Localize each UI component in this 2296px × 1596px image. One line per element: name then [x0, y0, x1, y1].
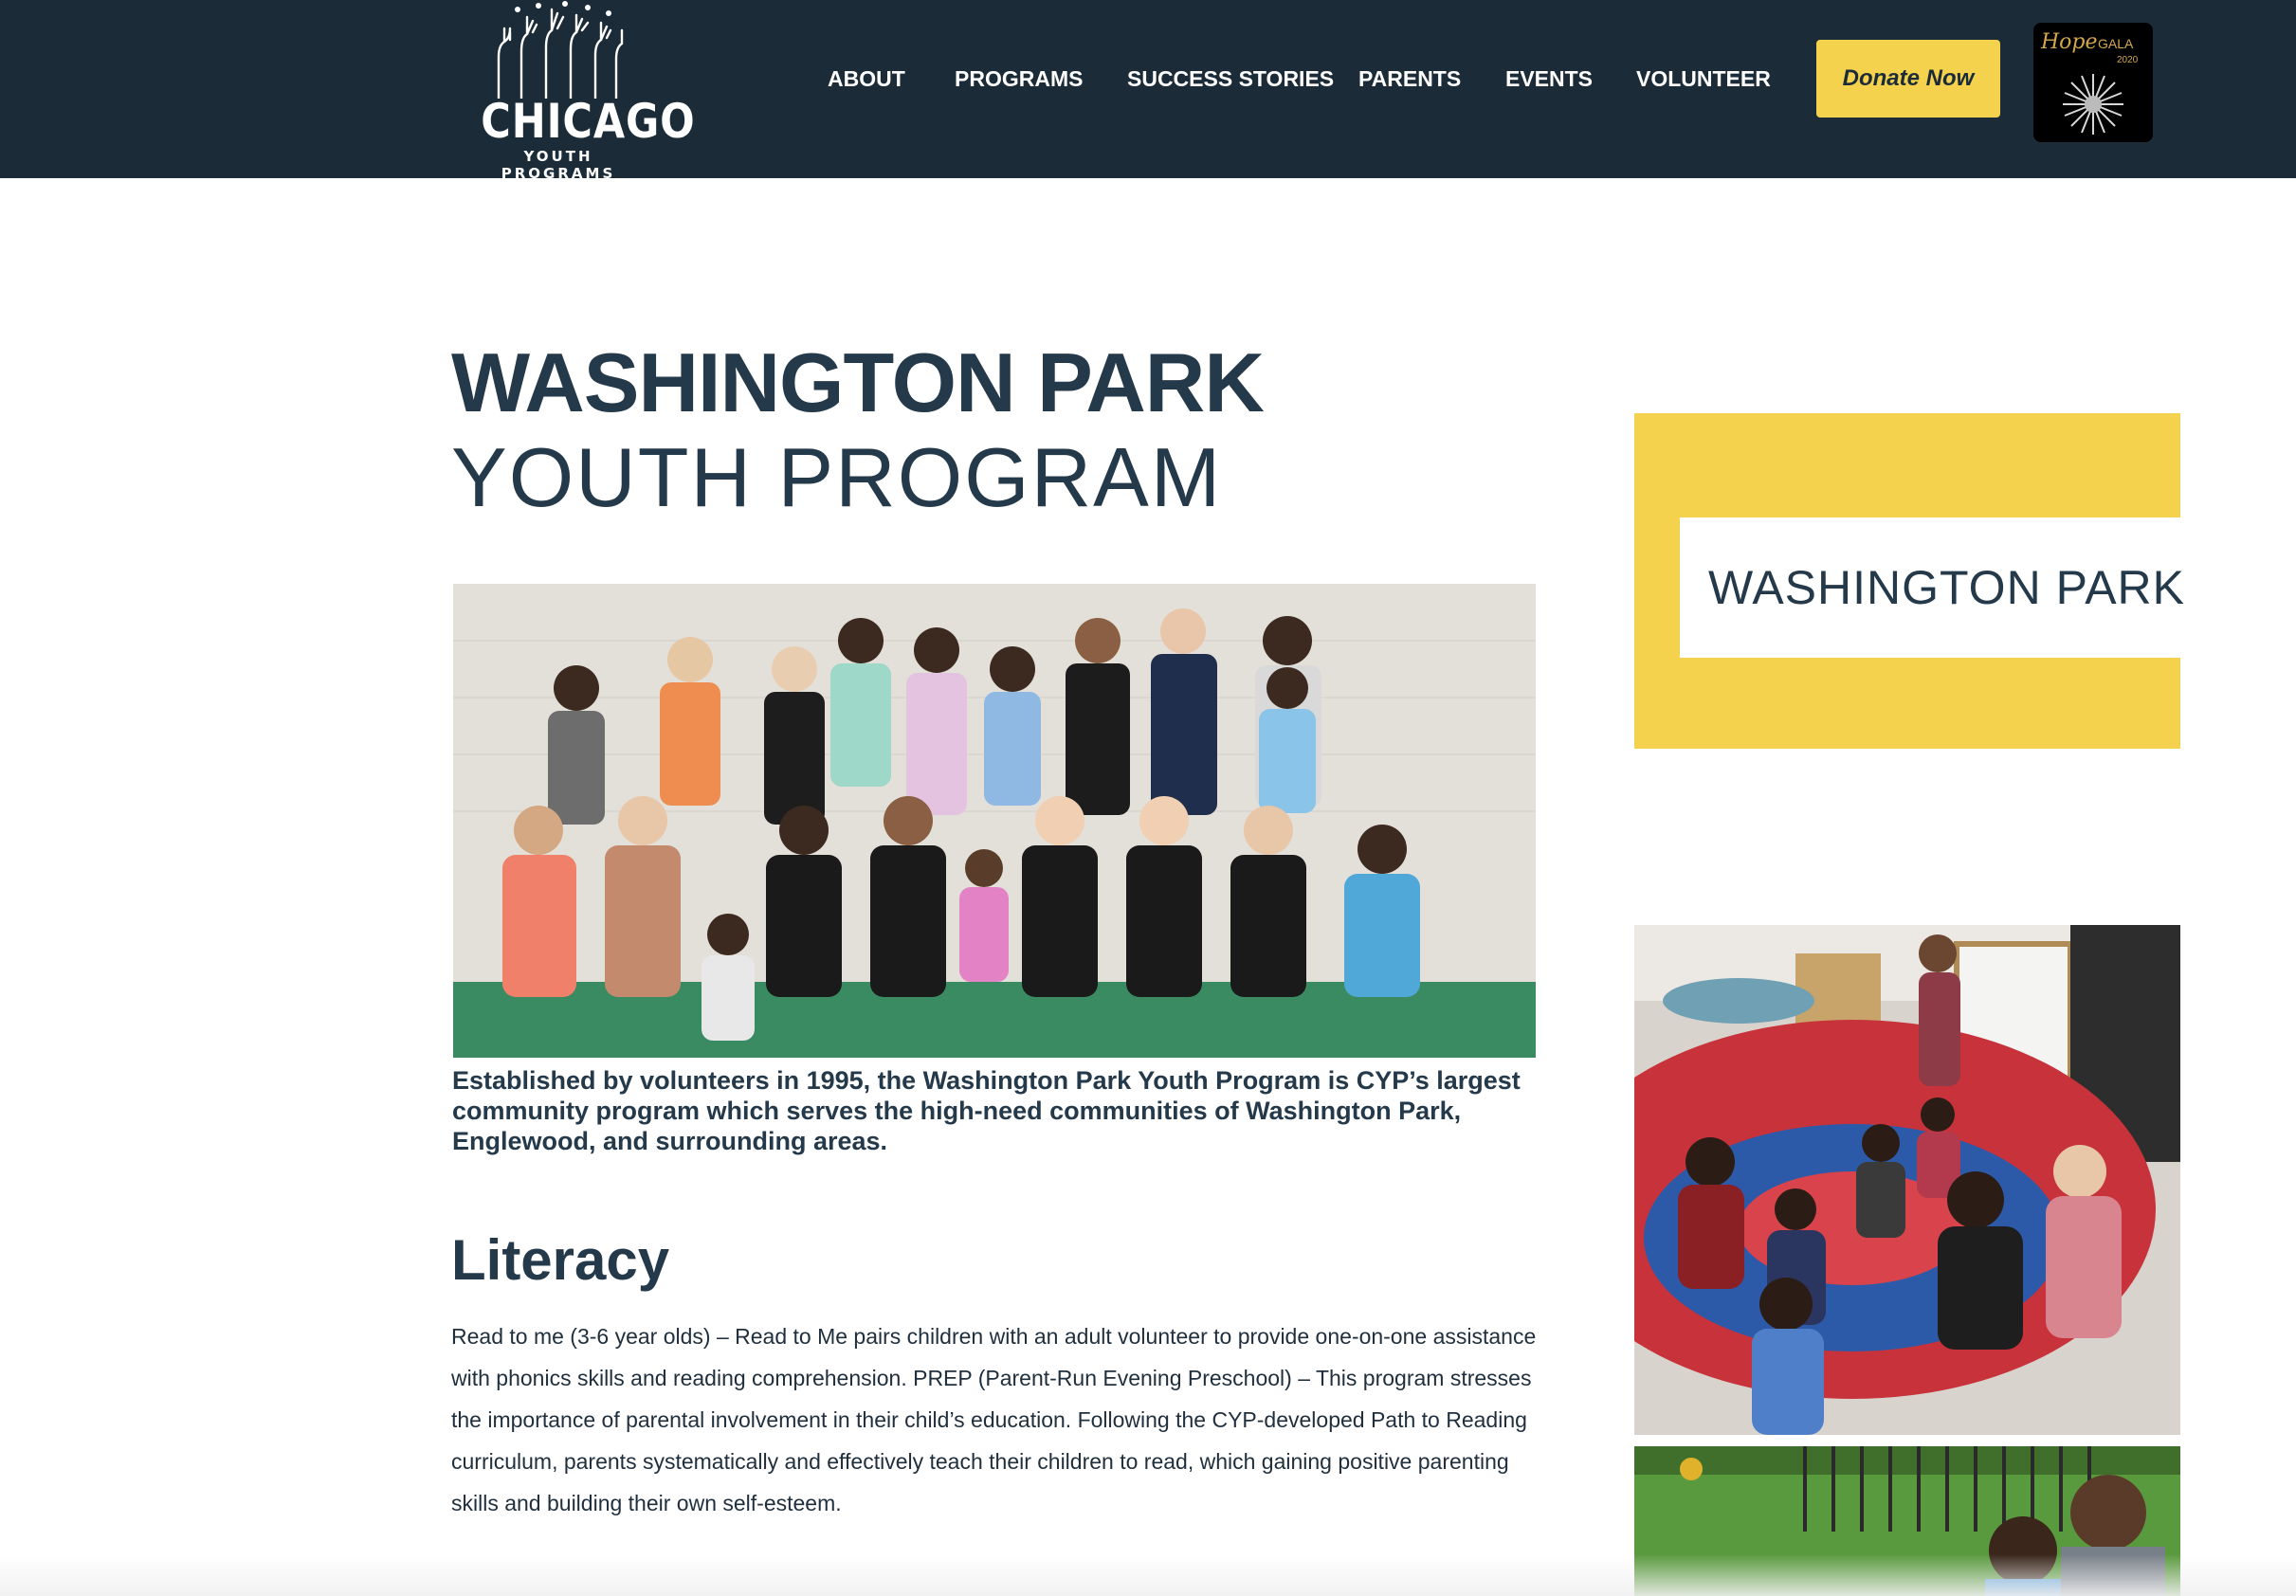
- nav-events[interactable]: EVENTS: [1505, 64, 1593, 93]
- program-intro: Established by volunteers in 1995, the W…: [452, 1066, 1521, 1155]
- sidebar-label: WASHINGTON PARK: [1708, 561, 2186, 614]
- literacy-body: Read to me (3-6 year olds) – Read to Me …: [451, 1324, 1537, 1515]
- nav-success-stories[interactable]: SUCCESS STORIES: [1127, 64, 1334, 93]
- logo-subtitle: YOUTH PROGRAMS: [501, 148, 616, 182]
- page-title-light: YOUTH PROGRAM: [451, 430, 1223, 524]
- logo-title: CHICAGO: [481, 94, 696, 149]
- chicago-youth-programs-logo[interactable]: CHICAGO YOUTH PROGRAMS: [468, 0, 696, 182]
- classroom-photo-illustration: [1634, 925, 2180, 1435]
- flower-icon: [2063, 74, 2123, 135]
- gala-gala-text: GALA: [2098, 36, 2134, 51]
- sidebar-label-box: WASHINGTON PARK: [1680, 517, 2184, 658]
- group-photo-illustration: [453, 584, 1536, 1058]
- page-title-bold: WASHINGTON PARK: [451, 336, 1265, 429]
- garden-photo-illustration: [1634, 1446, 2180, 1596]
- nav-programs[interactable]: PROGRAMS: [955, 64, 1083, 93]
- nav-about[interactable]: ABOUT: [828, 64, 905, 93]
- raised-hands-icon: [497, 1, 624, 99]
- garden-photo: [1634, 1446, 2180, 1596]
- group-photo: [453, 584, 1536, 1058]
- nav-volunteer[interactable]: VOLUNTEER: [1636, 64, 1771, 93]
- nav-parents[interactable]: PARENTS: [1358, 64, 1461, 93]
- classroom-photo: [1634, 925, 2180, 1435]
- gala-year-text: 2020: [2117, 55, 2139, 65]
- hope-gala-badge[interactable]: Hope GALA 2020: [2033, 23, 2153, 142]
- donate-now-button[interactable]: Donate Now: [1816, 40, 2000, 118]
- gala-hope-text: Hope: [2041, 30, 2098, 54]
- site-header: CHICAGO YOUTH PROGRAMS ABOUT PROGRAMS SU…: [0, 0, 2296, 182]
- literacy-heading: Literacy: [451, 1228, 670, 1292]
